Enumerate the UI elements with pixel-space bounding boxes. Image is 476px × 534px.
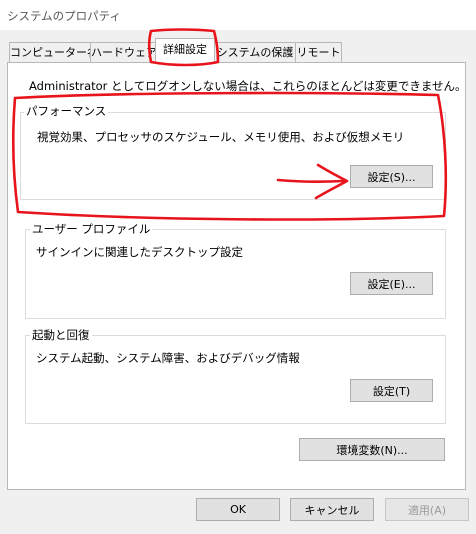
tab-advanced[interactable]: 詳細設定 xyxy=(155,38,215,64)
startup-recovery-title: 起動と回復 xyxy=(30,327,92,343)
title-bar: システムのプロパティ xyxy=(0,0,476,30)
user-profiles-settings-button[interactable]: 設定(E)... xyxy=(350,272,433,295)
tab-remote[interactable]: リモート xyxy=(295,42,342,62)
startup-recovery-description: システム起動、システム障害、およびデバッグ情報 xyxy=(36,351,300,365)
performance-title: パフォーマンス xyxy=(24,103,109,119)
window-title: システムのプロパティ xyxy=(7,9,121,23)
tab-computer-name[interactable]: コンピューター名 xyxy=(9,42,91,62)
user-profiles-title: ユーザー プロファイル xyxy=(30,221,153,237)
ok-button[interactable]: OK xyxy=(196,498,280,521)
admin-notice: Administrator としてログオンしない場合は、これらのほとんどは変更で… xyxy=(29,79,467,93)
performance-settings-button[interactable]: 設定(S)... xyxy=(350,165,433,188)
tab-system-protection[interactable]: システムの保護 xyxy=(214,42,296,62)
apply-button: 適用(A) xyxy=(385,498,469,521)
performance-description: 視覚効果、プロセッサのスケジュール、メモリ使用、および仮想メモリ xyxy=(37,130,405,144)
user-profiles-description: サインインに関連したデスクトップ設定 xyxy=(36,245,243,259)
tab-hardware[interactable]: ハードウェア xyxy=(90,42,156,62)
startup-recovery-settings-button[interactable]: 設定(T) xyxy=(350,379,433,402)
environment-variables-button[interactable]: 環境変数(N)... xyxy=(299,438,445,461)
cancel-button[interactable]: キャンセル xyxy=(290,498,374,521)
